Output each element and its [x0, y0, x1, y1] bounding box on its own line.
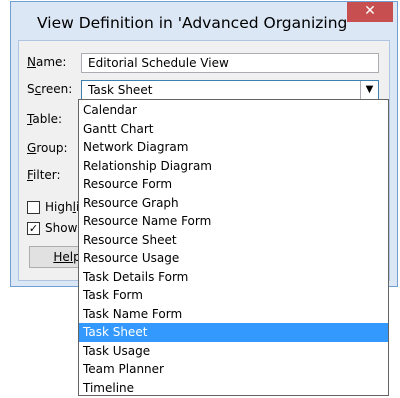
dropdown-option[interactable]: Team Planner	[79, 360, 388, 379]
dropdown-option[interactable]: Resource Name Form	[79, 212, 388, 231]
close-button[interactable]: ✕	[347, 2, 393, 22]
dropdown-option[interactable]: Gantt Chart	[79, 120, 388, 139]
dropdown-option[interactable]: Resource Sheet	[79, 231, 388, 250]
screen-value: Task Sheet	[88, 83, 153, 97]
screen-label: Screen:	[27, 82, 73, 96]
screen-dropdown-list: Calendar Gantt Chart Network Diagram Rel…	[78, 99, 389, 396]
dropdown-option[interactable]: Timeline	[79, 379, 388, 398]
table-label: Table:	[27, 112, 63, 126]
show-label: Show	[45, 221, 78, 235]
dropdown-option[interactable]: Resource Graph	[79, 194, 388, 213]
highlight-checkbox[interactable]	[27, 201, 40, 214]
name-value: Editorial Schedule View	[88, 56, 229, 70]
dropdown-option[interactable]: Task Form	[79, 286, 388, 305]
dropdown-option[interactable]: Resource Usage	[79, 249, 388, 268]
checkmark-icon: ✓	[28, 222, 39, 235]
screen-combobox[interactable]: Task Sheet ▼	[81, 80, 379, 100]
dropdown-option[interactable]: Task Name Form	[79, 305, 388, 324]
chevron-down-icon[interactable]: ▼	[360, 81, 378, 99]
dropdown-option[interactable]: Task Usage	[79, 342, 388, 361]
dropdown-option-selected[interactable]: Task Sheet	[79, 323, 388, 342]
dropdown-option[interactable]: Calendar	[79, 101, 388, 120]
dropdown-option[interactable]: Network Diagram	[79, 138, 388, 157]
close-icon: ✕	[364, 3, 376, 19]
title-bar: View Definition in 'Advanced Organizing'…	[11, 2, 397, 40]
dropdown-option[interactable]: Resource Form	[79, 175, 388, 194]
dialog-title: View Definition in 'Advanced Organizing'	[37, 14, 352, 32]
dropdown-option[interactable]: Task Details Form	[79, 268, 388, 287]
show-checkbox[interactable]: ✓	[27, 222, 40, 235]
dropdown-option[interactable]: Relationship Diagram	[79, 157, 388, 176]
filter-label: Filter:	[27, 168, 61, 182]
highlight-label: Highli	[45, 200, 79, 214]
name-field[interactable]: Editorial Schedule View	[81, 53, 379, 73]
group-label: Group:	[27, 141, 68, 155]
name-label: Name:	[27, 55, 67, 69]
